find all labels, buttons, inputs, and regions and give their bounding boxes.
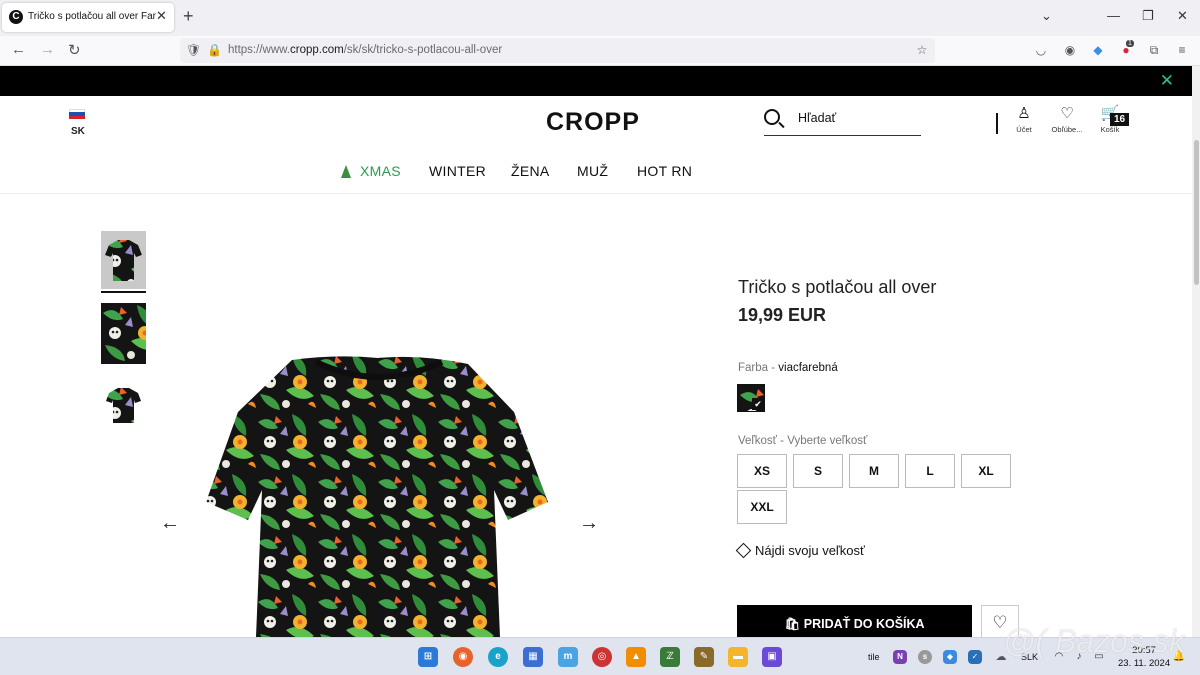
product-main-image <box>206 356 548 637</box>
lock-icon[interactable]: 🔒 <box>207 43 222 57</box>
new-tab-icon[interactable]: + <box>183 6 194 27</box>
product-price: 19,99 EUR <box>738 305 827 325</box>
tray-app-icon[interactable]: ◆ <box>943 650 957 664</box>
site-header: SK CROPP ♙ Účet ♡ Obľúbe... 🛒 Košík 16 X… <box>0 96 1192 194</box>
close-tab-icon[interactable]: ✕ <box>156 8 167 24</box>
cart-label: Košík <box>1100 125 1120 134</box>
gallery-thumbnail[interactable] <box>101 231 146 289</box>
cropp-favicon-icon: C <box>9 10 23 24</box>
promo-bar: ✕ <box>0 66 1192 96</box>
active-thumbnail-indicator <box>101 291 146 293</box>
shield-icon[interactable]: 🛡 <box>186 43 201 57</box>
app-icon[interactable]: ▣ <box>762 647 782 667</box>
restore-icon[interactable]: ❐ <box>1142 8 1154 24</box>
notification-badge: 1 <box>1126 40 1134 47</box>
account-icon[interactable]: ◉ <box>1063 43 1077 57</box>
menu-item-hot-rn[interactable]: HOT RN <box>637 163 692 179</box>
forward-arrow-icon[interactable]: → <box>40 41 55 58</box>
menu-icon[interactable]: ≡ <box>1175 43 1189 57</box>
menu-item-muz[interactable]: MUŽ <box>577 163 608 179</box>
close-icon[interactable]: ✕ <box>1160 71 1174 91</box>
print-detail-image <box>101 303 146 364</box>
windows-start-icon[interactable]: ⊞ <box>418 647 438 667</box>
tab-list-chevron-down-icon[interactable]: ⌄ <box>1041 8 1052 24</box>
browser-nav-bar: ← → ↻ 🛡 🔒 https://www.cropp.com/sk/sk/tr… <box>0 36 1200 66</box>
main-menu: XMAS WINTER ŽENA MUŽ HOT RN <box>0 163 1192 183</box>
size-option-l[interactable]: L <box>905 454 955 488</box>
defender-shield-icon[interactable]: ✓ <box>968 650 982 664</box>
url-text[interactable]: https://www.cropp.com/sk/sk/tricko-s-pot… <box>228 44 502 56</box>
pocket-icon[interactable]: ◡ <box>1034 43 1048 57</box>
size-label: Veľkosť - Vyberte veľkosť <box>738 435 868 447</box>
cart-count-badge: 16 <box>1110 113 1130 126</box>
scrollbar-thumb[interactable] <box>1194 140 1199 285</box>
onenote-icon[interactable]: N <box>893 650 907 664</box>
user-icon: ♙ <box>1017 105 1031 122</box>
ruler-tag-icon <box>735 542 752 559</box>
color-value: viacfarebná <box>778 362 838 374</box>
edge-icon[interactable]: e <box>488 647 508 667</box>
browser-tab[interactable]: C Tričko s potlačou all over Farba ✕ <box>2 3 174 32</box>
christmas-tree-icon <box>341 165 351 178</box>
watermark: @( Bazos.sk <box>1003 623 1185 659</box>
reload-icon[interactable]: ↻ <box>68 41 81 59</box>
size-option-xs[interactable]: XS <box>737 454 787 488</box>
url-bar[interactable]: 🛡 🔒 https://www.cropp.com/sk/sk/tricko-s… <box>180 38 935 63</box>
search-input[interactable] <box>798 111 918 125</box>
add-to-cart-label: PRIDAŤ DO KOŠÍKA <box>803 617 925 631</box>
size-option-s[interactable]: S <box>793 454 843 488</box>
color-label: Farba - viacfarebná <box>738 362 838 374</box>
product-back-image <box>101 383 146 426</box>
search-box[interactable] <box>764 106 921 136</box>
app-icon[interactable]: m <box>558 647 578 667</box>
size-option-xxl[interactable]: XXL <box>737 490 787 524</box>
menu-item-xmas[interactable]: XMAS <box>360 163 401 179</box>
gallery-next-arrow-icon[interactable]: → <box>579 512 599 535</box>
heart-icon: ♡ <box>1060 105 1074 122</box>
extension-icon[interactable]: ◆ <box>1091 43 1105 57</box>
size-option-xl[interactable]: XL <box>961 454 1011 488</box>
size-guide-link[interactable]: Nájdi svoju veľkosť <box>735 542 865 559</box>
size-option-m[interactable]: M <box>849 454 899 488</box>
close-window-icon[interactable]: ✕ <box>1177 8 1188 24</box>
slovakia-flag-icon[interactable] <box>69 109 85 119</box>
account-label: Účet <box>1016 125 1032 134</box>
menu-item-winter[interactable]: WINTER <box>429 163 486 179</box>
store-icon[interactable]: ▦ <box>523 647 543 667</box>
selected-check-icon: ✔ <box>752 398 764 410</box>
tray-app-icon[interactable]: s <box>918 650 932 664</box>
favorites-label: Obľúbe... <box>1051 125 1083 134</box>
tab-title: Tričko s potlačou all over Farba <box>28 11 156 22</box>
app-icon[interactable]: ✎ <box>694 647 714 667</box>
gallery-thumbnail[interactable] <box>101 383 146 426</box>
app-icon[interactable]: ℤ <box>660 647 680 667</box>
app-icon[interactable]: ◎ <box>592 647 612 667</box>
firefox-icon[interactable]: ◉ <box>453 647 473 667</box>
gallery-prev-arrow-icon[interactable]: ← <box>160 512 180 535</box>
favorites-link[interactable]: ♡ Obľúbe... <box>1045 105 1089 135</box>
bookmark-star-icon[interactable]: ☆ <box>915 43 929 57</box>
size-guide-label: Nájdi svoju veľkosť <box>755 543 865 558</box>
bag-icon: 🛍 <box>784 617 804 631</box>
file-explorer-icon[interactable]: ▬ <box>728 647 748 667</box>
add-to-cart-button[interactable]: 🛍 PRIDAŤ DO KOŠÍKA <box>737 605 972 641</box>
gallery-thumbnail[interactable] <box>101 303 146 364</box>
vlc-icon[interactable]: ▲ <box>626 647 646 667</box>
page-scrollbar[interactable] <box>1192 66 1200 637</box>
minimize-icon[interactable]: — <box>1107 8 1120 23</box>
header-divider <box>996 113 998 134</box>
product-thumbnail-image <box>105 240 142 281</box>
back-arrow-icon[interactable]: ← <box>11 41 26 58</box>
menu-item-zena[interactable]: ŽENA <box>511 163 550 179</box>
browser-tab-bar: C Tričko s potlačou all over Farba ✕ + ⌄… <box>0 0 1200 36</box>
product-title: Tričko s potlačou all over <box>738 277 937 297</box>
tray-tile-label[interactable]: tile <box>868 652 880 662</box>
country-selector[interactable]: SK <box>71 126 85 137</box>
extensions-puzzle-icon[interactable]: ⧉ <box>1147 43 1161 57</box>
account-link[interactable]: ♙ Účet <box>1002 105 1046 135</box>
search-icon[interactable] <box>764 109 780 125</box>
site-logo[interactable]: CROPP <box>546 108 640 137</box>
